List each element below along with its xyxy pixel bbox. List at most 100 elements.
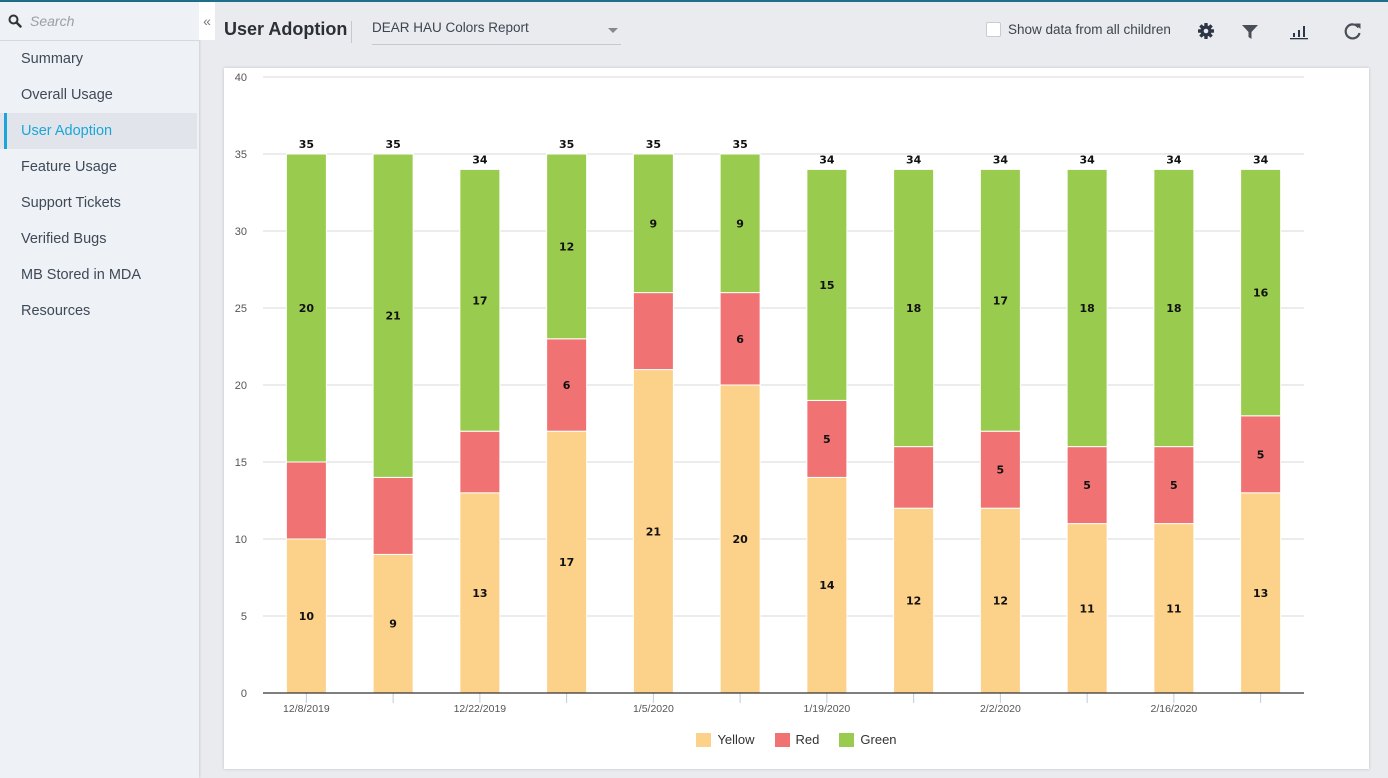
total-label: 35 bbox=[732, 138, 747, 151]
sidebar-item-summary[interactable]: Summary bbox=[0, 41, 199, 77]
settings-button[interactable] bbox=[1196, 21, 1216, 41]
data-label-red: 5 bbox=[1170, 479, 1178, 492]
y-tick-label: 15 bbox=[235, 457, 247, 469]
data-label-red: 5 bbox=[997, 464, 1005, 477]
data-label-yellow: 12 bbox=[993, 595, 1008, 608]
data-label-green: 17 bbox=[993, 294, 1008, 307]
bar-segment-red[interactable] bbox=[632, 292, 674, 371]
bar-segment-red[interactable] bbox=[893, 446, 935, 509]
page-title: User Adoption bbox=[224, 19, 348, 39]
total-label: 35 bbox=[646, 138, 661, 151]
legend-item-green[interactable]: Green bbox=[839, 732, 897, 747]
data-label-green: 15 bbox=[819, 279, 834, 292]
sidebar-item-feature-usage[interactable]: Feature Usage bbox=[0, 149, 199, 185]
total-label: 34 bbox=[1079, 153, 1095, 166]
double-chevron-left-icon: « bbox=[203, 13, 211, 29]
filter-button[interactable] bbox=[1240, 21, 1260, 41]
header-divider bbox=[351, 21, 352, 43]
legend-swatch bbox=[696, 732, 712, 747]
data-label-green: 18 bbox=[906, 302, 921, 315]
data-label-yellow: 20 bbox=[732, 533, 748, 546]
chart-card: 0 5 10 15 20 25 30 35 40 10 20 35 12/8/2019 9 21 35 13 17… bbox=[224, 68, 1369, 769]
report-dropdown-value: DEAR HAU Colors Report bbox=[372, 20, 529, 35]
x-tick-label: 1/5/2020 bbox=[633, 703, 674, 715]
x-tick-label: 12/22/2019 bbox=[454, 703, 507, 715]
data-label-yellow: 21 bbox=[646, 525, 661, 538]
data-label-yellow: 11 bbox=[1166, 602, 1181, 615]
data-label-yellow: 13 bbox=[472, 587, 487, 600]
legend-swatch bbox=[774, 732, 790, 747]
data-label-green: 17 bbox=[472, 294, 487, 307]
legend-swatch bbox=[839, 732, 855, 747]
sidebar-item-support-tickets[interactable]: Support Tickets bbox=[0, 185, 199, 221]
legend-item-red[interactable]: Red bbox=[774, 732, 820, 747]
data-label-green: 12 bbox=[559, 240, 574, 253]
y-tick-label: 10 bbox=[235, 534, 247, 546]
data-label-red: 5 bbox=[823, 433, 831, 446]
total-label: 34 bbox=[906, 153, 922, 166]
data-label-green: 18 bbox=[1079, 302, 1094, 315]
search-box[interactable] bbox=[0, 2, 199, 41]
sidebar-item-verified-bugs[interactable]: Verified Bugs bbox=[0, 221, 199, 257]
total-label: 34 bbox=[819, 153, 835, 166]
bar-segment-red[interactable] bbox=[372, 476, 414, 555]
x-tick-label: 2/16/2020 bbox=[1151, 703, 1198, 715]
sidebar-item-overall-usage[interactable]: Overall Usage bbox=[0, 77, 199, 113]
data-label-yellow: 11 bbox=[1079, 602, 1094, 615]
total-label: 34 bbox=[1253, 153, 1269, 166]
y-tick-label: 30 bbox=[235, 226, 247, 238]
y-tick-label: 0 bbox=[241, 688, 247, 700]
sidebar-item-mb-stored-in-mda[interactable]: MB Stored in MDA bbox=[0, 257, 199, 293]
sidebar: SummaryOverall UsageUser AdoptionFeature… bbox=[0, 2, 199, 778]
x-tick-label: 12/8/2019 bbox=[283, 703, 330, 715]
legend-item-yellow[interactable]: Yellow bbox=[696, 732, 755, 747]
data-label-yellow: 17 bbox=[559, 556, 574, 569]
data-label-green: 9 bbox=[650, 217, 658, 230]
chart-type-button[interactable] bbox=[1289, 21, 1309, 41]
data-label-red: 6 bbox=[736, 333, 744, 346]
data-label-green: 20 bbox=[299, 302, 315, 315]
data-label-green: 16 bbox=[1253, 287, 1269, 300]
data-label-green: 21 bbox=[385, 310, 400, 323]
y-tick-label: 20 bbox=[235, 380, 247, 392]
bar-segment-red[interactable] bbox=[285, 461, 327, 540]
x-tick-label: 1/19/2020 bbox=[804, 703, 851, 715]
sidebar-item-resources[interactable]: Resources bbox=[0, 293, 199, 329]
legend-label: Yellow bbox=[717, 732, 755, 747]
sidebar-nav: Summary Overall Usage User Adoption Feature… bbox=[0, 41, 199, 329]
total-label: 35 bbox=[559, 138, 574, 151]
refresh-button[interactable] bbox=[1343, 21, 1363, 41]
y-tick-label: 5 bbox=[241, 611, 247, 623]
data-label-yellow: 12 bbox=[906, 595, 921, 608]
y-tick-label: 25 bbox=[235, 303, 247, 315]
refresh-icon bbox=[1344, 23, 1361, 40]
bar-segment-red[interactable] bbox=[459, 430, 501, 494]
y-tick-label: 35 bbox=[235, 149, 247, 161]
legend-label: Red bbox=[795, 732, 820, 747]
total-label: 35 bbox=[385, 138, 400, 151]
data-label-yellow: 14 bbox=[819, 579, 835, 592]
chart-legend: Yellow Red Green bbox=[224, 732, 1369, 747]
show-children-checkbox[interactable] bbox=[986, 22, 1001, 37]
data-label-red: 6 bbox=[563, 379, 571, 392]
show-children-toggle[interactable]: Show data from all children bbox=[986, 22, 1171, 37]
collapse-sidebar-button[interactable]: « bbox=[199, 2, 215, 40]
data-label-yellow: 10 bbox=[299, 610, 315, 623]
y-tick-label: 40 bbox=[235, 72, 247, 84]
total-label: 34 bbox=[472, 153, 488, 166]
stacked-bar-chart: 0 5 10 15 20 25 30 35 40 10 20 35 12/8/2019 9 21 35 13 17… bbox=[235, 72, 1304, 715]
data-label-green: 18 bbox=[1166, 302, 1181, 315]
chart-type-icon bbox=[1290, 26, 1308, 40]
data-label-green: 9 bbox=[736, 217, 744, 230]
gear-icon bbox=[1198, 23, 1214, 39]
sidebar-item-user-adoption[interactable]: User Adoption bbox=[0, 113, 197, 149]
search-input[interactable] bbox=[30, 13, 180, 29]
data-label-yellow: 9 bbox=[389, 618, 397, 631]
data-label-yellow: 13 bbox=[1253, 587, 1268, 600]
total-label: 35 bbox=[299, 138, 314, 151]
x-tick-label: 2/2/2020 bbox=[980, 703, 1021, 715]
caret-down-icon bbox=[608, 28, 618, 33]
legend-label: Green bbox=[860, 732, 897, 747]
report-dropdown[interactable]: DEAR HAU Colors Report bbox=[372, 20, 621, 45]
show-children-label: Show data from all children bbox=[1008, 22, 1171, 37]
